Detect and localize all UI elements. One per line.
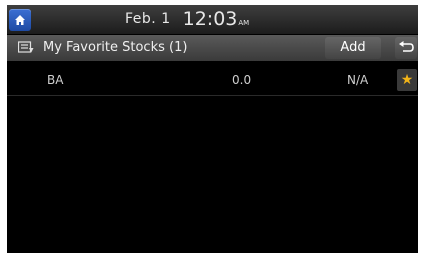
clock: Feb. 1 12:03AM bbox=[125, 8, 249, 30]
back-arrow-icon bbox=[399, 41, 414, 52]
star-icon: ★ bbox=[400, 72, 414, 88]
stock-list-icon bbox=[18, 41, 34, 53]
title-bar: My Favorite Stocks (1) Add bbox=[7, 35, 418, 61]
status-bar: Feb. 1 12:03AM bbox=[7, 5, 418, 34]
date-text: Feb. 1 bbox=[125, 11, 171, 27]
add-button[interactable]: Add bbox=[325, 37, 381, 59]
ampm-text: AM bbox=[238, 19, 250, 27]
time-text: 12:03 bbox=[182, 8, 238, 30]
stock-symbol: BA bbox=[47, 73, 64, 87]
stock-row[interactable]: BA 0.0 N/A ★ bbox=[7, 67, 418, 96]
favorite-toggle[interactable]: ★ bbox=[397, 69, 417, 91]
stocks-screen: Feb. 1 12:03AM My Favorite Stocks (1) Add… bbox=[7, 5, 418, 253]
home-button[interactable] bbox=[9, 9, 31, 31]
back-button[interactable] bbox=[395, 37, 417, 59]
stock-price: 0.0 bbox=[232, 73, 252, 87]
stock-change: N/A bbox=[347, 73, 369, 87]
home-icon bbox=[15, 15, 25, 25]
page-title: My Favorite Stocks (1) bbox=[43, 40, 188, 55]
